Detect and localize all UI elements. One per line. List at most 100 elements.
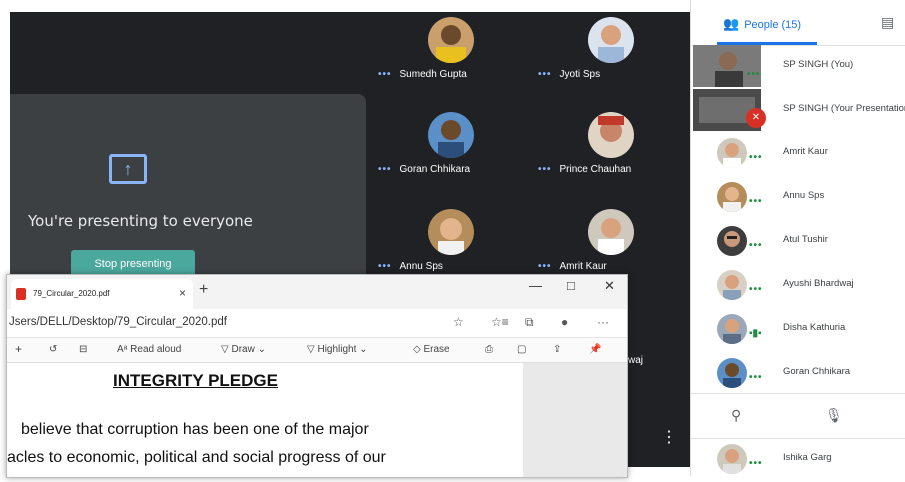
maximize-icon[interactable]: □ xyxy=(567,278,575,293)
eraser-icon: ◇ xyxy=(413,344,421,355)
participant-name: Amrit Kaur xyxy=(783,146,828,157)
avatar xyxy=(428,17,474,63)
profile-icon[interactable]: ● xyxy=(561,315,568,329)
browser-tab-bar: 79_Circular_2020.pdf × + — □ ✕ xyxy=(7,275,627,309)
draw-button[interactable]: ▽ Draw ⌄ xyxy=(221,344,266,355)
list-item[interactable]: ••• Amrit Kaur xyxy=(691,132,905,176)
muted-mic-icon: ✕ xyxy=(746,108,766,128)
participant-name: Annu Sps xyxy=(399,261,443,272)
draw-icon: ▽ xyxy=(221,344,229,355)
new-tab-icon[interactable]: + xyxy=(199,281,208,299)
document-text: acles to economic, political and social … xyxy=(7,449,386,466)
pin-icon[interactable]: ⚲ xyxy=(731,407,741,424)
print-icon[interactable]: ⎙ xyxy=(485,344,493,355)
participant-name: Sumedh Gupta xyxy=(399,69,467,80)
presenting-message: You're presenting to everyone xyxy=(28,212,253,230)
address-bar[interactable]: Jsers/DELL/Desktop/79_Circular_2020.pdf … xyxy=(7,309,627,338)
participant-name: SP SINGH (Your Presentation) xyxy=(783,103,905,114)
audio-indicator-icon: ••• xyxy=(749,240,763,251)
avatar xyxy=(717,226,747,256)
tab-title: 79_Circular_2020.pdf xyxy=(33,289,110,298)
list-item[interactable]: ••• Goran Chhikara xyxy=(691,352,905,396)
audio-indicator-icon: ••• xyxy=(749,152,763,163)
participant-tile[interactable]: ••• Goran Chhikara xyxy=(378,112,528,192)
avatar xyxy=(717,314,747,344)
erase-button[interactable]: ◇ Erase xyxy=(413,344,450,355)
avatar xyxy=(717,270,747,300)
pdf-file-icon xyxy=(16,288,26,300)
pdf-toolbar: + ↺ ⊟ Aᵃ Read aloud ▽ Draw ⌄ ▽ Highlight… xyxy=(7,338,627,363)
participant-name: Ayushi Bhardwaj xyxy=(783,278,854,289)
audio-indicator-icon: ••• xyxy=(749,196,763,207)
participant-name: SP SINGH (You) xyxy=(783,59,854,70)
read-aloud-button[interactable]: Aᵃ Read aloud xyxy=(117,344,181,355)
url-text: Jsers/DELL/Desktop/79_Circular_2020.pdf xyxy=(9,316,227,328)
read-aloud-icon: Aᵃ xyxy=(117,344,128,355)
audio-indicator-icon: ••• xyxy=(749,458,763,469)
pdf-page: INTEGRITY PLEDGE believe that corruption… xyxy=(7,363,523,477)
avatar xyxy=(717,444,747,474)
save-icon[interactable]: ▢ xyxy=(517,344,526,355)
favorites-list-icon[interactable]: ☆≡ xyxy=(491,315,509,329)
avatar xyxy=(717,138,747,168)
participant-name: Prince Chauhan xyxy=(559,164,632,175)
more-vert-icon[interactable]: ⋮ xyxy=(661,427,677,447)
close-tab-icon[interactable]: × xyxy=(179,286,186,300)
list-item[interactable]: SP SINGH (Your Presentation) xyxy=(691,89,905,133)
zoom-in-icon[interactable]: + xyxy=(15,342,22,356)
browser-tab[interactable]: 79_Circular_2020.pdf × xyxy=(11,279,193,309)
close-window-icon[interactable]: ✕ xyxy=(604,278,615,294)
participant-name: Ishika Garg xyxy=(783,452,832,463)
more-menu-icon[interactable]: ··· xyxy=(597,315,609,329)
page-view-icon[interactable]: ⊟ xyxy=(79,344,87,355)
pdf-viewer-window: 79_Circular_2020.pdf × + — □ ✕ Jsers/DEL… xyxy=(6,274,628,478)
participant-name: Goran Chhikara xyxy=(783,366,851,377)
document-text: believe that corruption has been one of … xyxy=(21,421,369,438)
people-icon: 👥 xyxy=(723,16,740,31)
minimize-icon[interactable]: — xyxy=(529,278,542,293)
list-item[interactable]: ••• Ishika Garg xyxy=(691,438,905,482)
audio-indicator-icon: ••• xyxy=(538,69,552,80)
meeting-controls: ⋮ xyxy=(625,407,690,467)
audio-indicator-icon: ••• xyxy=(378,164,392,175)
participant-name: Annu Sps xyxy=(783,190,825,201)
participant-name: Atul Tushir xyxy=(783,234,828,245)
avatar xyxy=(428,112,474,158)
sidebar-controls: ⚲ 🎙 xyxy=(691,393,905,439)
speaking-indicator-icon: ▪▮▪ xyxy=(749,328,762,339)
list-item[interactable]: ••• SP SINGH (You) xyxy=(691,45,905,89)
collections-icon[interactable]: ⧉ xyxy=(525,315,534,330)
audio-indicator-icon: ••• xyxy=(749,372,763,383)
participant-name: Amrit Kaur xyxy=(559,261,607,272)
audio-indicator-icon: ••• xyxy=(538,164,552,175)
list-item[interactable]: ••• Atul Tushir xyxy=(691,220,905,264)
partial-participant-name: waj xyxy=(628,355,644,366)
highlight-icon: ▽ xyxy=(307,344,315,355)
pin-toolbar-icon[interactable]: 📌 xyxy=(589,344,601,355)
list-item[interactable]: ••• Annu Sps xyxy=(691,176,905,220)
highlight-button[interactable]: ▽ Highlight ⌄ xyxy=(307,344,368,355)
participant-tile[interactable]: ••• Sumedh Gupta xyxy=(378,17,528,97)
favorite-star-icon[interactable]: ☆ xyxy=(453,315,464,329)
viewer-background xyxy=(523,363,627,477)
avatar xyxy=(717,182,747,212)
present-screen-icon: ↑ xyxy=(109,154,147,184)
tab-people[interactable]: 👥 People (15) xyxy=(723,16,801,32)
share-icon[interactable]: ⇪ xyxy=(553,344,561,355)
audio-indicator-icon: ••• xyxy=(749,284,763,295)
list-item[interactable]: ▪▮▪ Disha Kathuria xyxy=(691,308,905,352)
rotate-icon[interactable]: ↺ xyxy=(49,344,57,355)
participant-name: Disha Kathuria xyxy=(783,322,846,333)
people-sidebar: 👥 People (15) ▤ ••• SP SINGH (You) SP SIN… xyxy=(690,0,905,476)
self-video-thumbnail xyxy=(693,45,761,87)
mic-icon[interactable]: 🎙 xyxy=(825,407,843,424)
audio-indicator-icon: ••• xyxy=(378,69,392,80)
participant-name: Goran Chhikara xyxy=(399,164,471,175)
participant-name: Jyoti Sps xyxy=(559,69,601,80)
participant-tile[interactable]: ••• Prince Chauhan xyxy=(538,112,688,192)
list-item[interactable]: ••• Ayushi Bhardwaj xyxy=(691,264,905,308)
audio-indicator-icon: ••• xyxy=(747,69,761,80)
participant-tile[interactable]: ••• Jyoti Sps xyxy=(538,17,688,97)
avatar xyxy=(588,209,634,255)
chat-icon[interactable]: ▤ xyxy=(881,14,894,31)
